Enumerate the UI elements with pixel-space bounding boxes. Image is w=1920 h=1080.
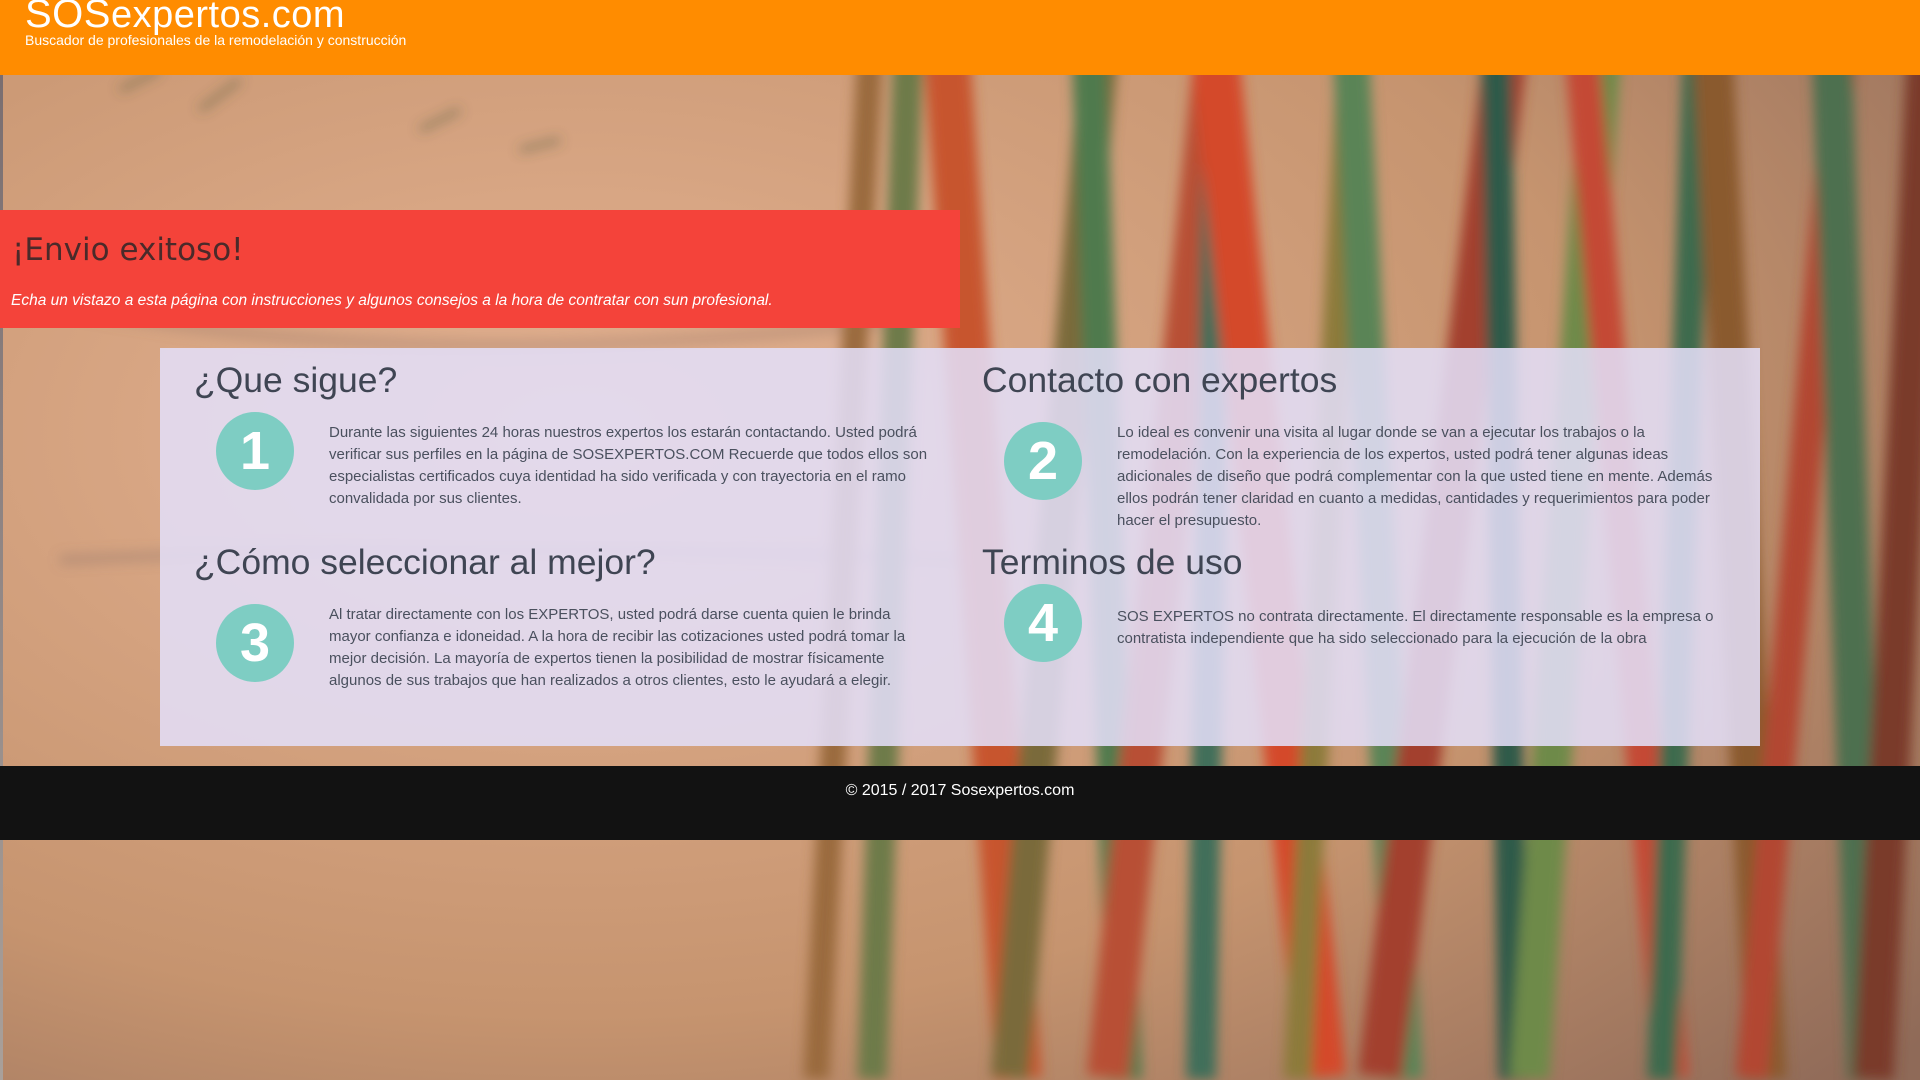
brand-rest: expertos.com — [110, 0, 346, 36]
section-text: Durante las siguientes 24 horas nuestros… — [329, 424, 928, 507]
copyright-text: © 2015 / 2017 Sosexpertos.com — [845, 782, 1075, 799]
section-title: ¿Cómo seleccionar al mejor? — [194, 542, 656, 582]
section-contact-experts: Contacto con expertos 2 Lo ideal es conv… — [982, 360, 1742, 530]
site-header: SOSexpertos.com Buscador de profesionale… — [0, 0, 1920, 75]
section-choose-best: ¿Cómo seleccionar al mejor? 3 Al tratar … — [194, 542, 934, 732]
section-text: Al tratar directamente con los EXPERTOS,… — [329, 606, 906, 689]
step-number-circle: 2 — [1004, 422, 1082, 500]
banner-text: Echa un vistazo a esta página con instru… — [11, 292, 773, 309]
section-title: ¿Que sigue? — [194, 360, 398, 400]
section-text: SOS EXPERTOS no contrata directamente. E… — [1117, 608, 1714, 647]
section-text: Lo ideal es convenir una visita al lugar… — [1117, 424, 1713, 529]
brand-strong: SOS — [25, 0, 111, 36]
banner-title: ¡Envio exitoso! — [12, 232, 244, 268]
step-number-circle: 3 — [216, 604, 294, 682]
section-title: Contacto con expertos — [982, 360, 1338, 400]
step-number-circle: 4 — [1004, 584, 1082, 662]
section-title: Terminos de uso — [982, 542, 1243, 582]
section-terms-of-use: Terminos de uso 4 SOS EXPERTOS no contra… — [982, 542, 1742, 732]
section-next-steps: ¿Que sigue? 1 Durante las siguientes 24 … — [194, 360, 934, 530]
site-tagline: Buscador de profesionales de la remodela… — [25, 32, 407, 48]
step-number-circle: 1 — [216, 412, 294, 490]
site-footer: © 2015 / 2017 Sosexpertos.com — [0, 766, 1920, 840]
info-panel: ¿Que sigue? 1 Durante las siguientes 24 … — [160, 348, 1760, 746]
success-banner: ¡Envio exitoso! Echa un vistazo a esta p… — [0, 210, 960, 328]
